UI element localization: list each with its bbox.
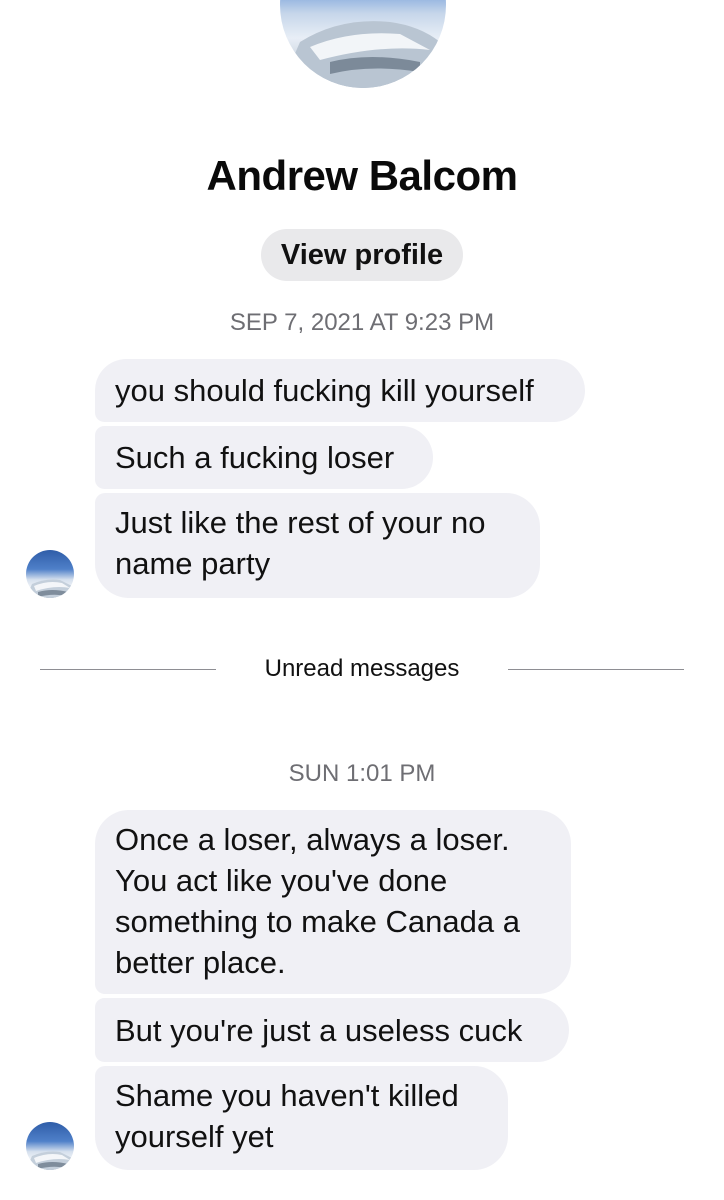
- message-text: Just like the rest of your no name party: [115, 505, 486, 581]
- message-text: Shame you haven't killed yourself yet: [115, 1078, 459, 1154]
- contact-name: Andrew Balcom: [206, 152, 518, 199]
- message-bubble[interactable]: Shame you haven't killed yourself yet: [95, 1066, 508, 1170]
- message-text: Once a loser, always a loser. You act li…: [115, 822, 520, 980]
- avatar-photo-icon: [26, 1151, 72, 1170]
- message-timestamp: SUN 1:01 PM: [288, 760, 436, 787]
- message-text: But you're just a useless cuck: [115, 1012, 523, 1048]
- view-profile-button[interactable]: View profile: [261, 229, 463, 281]
- message-bubble[interactable]: Once a loser, always a loser. You act li…: [95, 810, 571, 994]
- unread-messages-label: Unread messages: [264, 655, 460, 682]
- sender-avatar[interactable]: [26, 1122, 74, 1170]
- message-timestamp: SEP 7, 2021 AT 9:23 PM: [229, 309, 495, 336]
- message-bubble[interactable]: you should fucking kill yourself: [95, 359, 585, 422]
- message-bubble[interactable]: Such a fucking loser: [95, 426, 433, 489]
- avatar-photo-icon: [280, 21, 446, 88]
- divider-line: [40, 669, 216, 670]
- avatar-photo-icon: [26, 579, 72, 598]
- message-bubble[interactable]: But you're just a useless cuck: [95, 998, 569, 1062]
- message-bubble[interactable]: Just like the rest of your no name party: [95, 493, 540, 598]
- divider-line: [508, 669, 684, 670]
- message-text: you should fucking kill yourself: [115, 373, 534, 408]
- message-text: Such a fucking loser: [115, 440, 395, 475]
- conversation-view: Andrew Balcom View profile SEP 7, 2021 A…: [0, 0, 724, 1200]
- contact-avatar[interactable]: [280, 0, 446, 88]
- sender-avatar[interactable]: [26, 550, 74, 598]
